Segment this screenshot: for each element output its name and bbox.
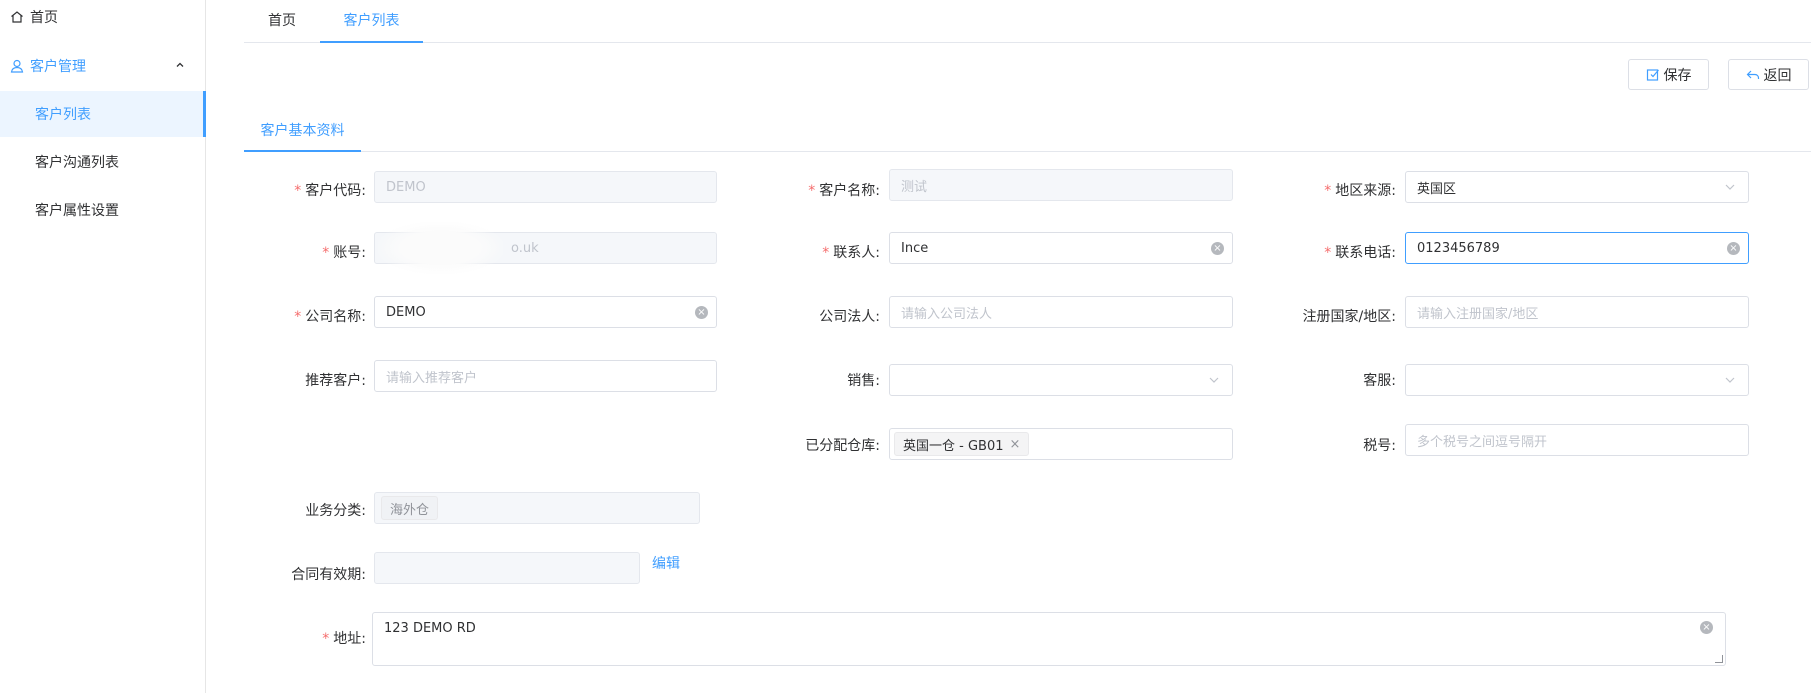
sidebar-group-label: 客户管理 [30, 59, 86, 75]
sidebar-item-customer-communication[interactable]: 客户沟通列表 [0, 139, 206, 185]
contract-period-label: 合同有效期: [291, 567, 366, 583]
warehouse-label: 已分配仓库: [805, 438, 880, 454]
section-tabs: 客户基本资料 [244, 112, 1811, 152]
sales-select[interactable] [889, 364, 1233, 396]
sidebar-item-customer-attributes[interactable]: 客户属性设置 [0, 187, 206, 233]
phone-label: * 联系电话: [1324, 245, 1396, 261]
contact-input[interactable]: Ince × [889, 232, 1233, 264]
home-icon [8, 8, 26, 26]
biz-category-label: 业务分类: [305, 503, 366, 519]
save-button[interactable]: 保存 [1628, 59, 1709, 90]
sidebar-item-home[interactable]: 首页 [0, 0, 206, 40]
resize-handle[interactable] [1715, 655, 1723, 663]
address-label: * 地址: [322, 631, 366, 647]
reg-country-label: 注册国家/地区: [1302, 309, 1396, 325]
clear-icon[interactable]: × [1727, 242, 1740, 255]
referrer-input[interactable]: 请输入推荐客户 [374, 360, 717, 392]
account-label: * 账号: [322, 245, 366, 261]
save-label: 保存 [1663, 67, 1692, 84]
company-name-input[interactable]: DEMO × [374, 296, 717, 328]
biz-category-tag: 海外仓 [381, 496, 439, 520]
chevron-down-icon[interactable] [1724, 374, 1736, 386]
address-textarea[interactable]: 123 DEMO RD × [372, 612, 1726, 666]
customer-name-field[interactable]: 测试 [889, 169, 1233, 201]
reg-country-input[interactable]: 请输入注册国家/地区 [1405, 296, 1749, 328]
sidebar-item-label: 客户属性设置 [35, 203, 119, 219]
tag-close-icon[interactable]: × [1010, 437, 1021, 452]
chevron-down-icon[interactable] [1208, 374, 1220, 386]
chevron-up-icon[interactable] [172, 57, 188, 73]
tab-basic-info[interactable]: 客户基本资料 [244, 112, 361, 152]
sidebar-item-label: 首页 [30, 10, 58, 26]
customer-code-field[interactable]: DEMO [374, 171, 717, 203]
sidebar-group-customer-management[interactable]: 客户管理 [0, 43, 206, 89]
sidebar-item-label: 客户列表 [35, 107, 91, 123]
legal-person-input[interactable]: 请输入公司法人 [889, 296, 1233, 328]
clear-icon[interactable]: × [1700, 621, 1713, 634]
contact-label: * 联系人: [822, 245, 880, 261]
customer-code-label: * 客户代码: [294, 183, 366, 199]
sales-label: 销售: [847, 373, 880, 389]
tab-home[interactable]: 首页 [244, 0, 320, 43]
customer-name-label: * 客户名称: [808, 183, 880, 199]
contract-period-field[interactable] [374, 552, 640, 584]
clear-icon[interactable]: × [695, 306, 708, 319]
service-label: 客服: [1363, 373, 1396, 389]
referrer-label: 推荐客户: [305, 373, 366, 389]
phone-input[interactable]: 0123456789 × [1405, 232, 1749, 264]
redacted-blur [378, 222, 503, 274]
sidebar-item-label: 客户沟通列表 [35, 155, 119, 171]
region-source-select[interactable]: 英国区 [1405, 171, 1749, 203]
back-label: 返回 [1763, 67, 1792, 84]
clear-icon[interactable]: × [1211, 242, 1224, 255]
sidebar-item-customer-list[interactable]: 客户列表 [0, 91, 206, 137]
page-tabs: 首页 客户列表 [244, 0, 1811, 43]
tax-no-input[interactable]: 多个税号之间逗号隔开 [1405, 424, 1749, 456]
edit-contract-link[interactable]: 编辑 [652, 553, 680, 573]
back-arrow-icon [1746, 68, 1760, 82]
tab-customer-list[interactable]: 客户列表 [320, 0, 423, 43]
user-icon [8, 57, 26, 75]
sidebar: 首页 客户管理 客户列表 客户沟通列表 客户属性设置 [0, 0, 206, 693]
warehouse-tag: 英国一仓 - GB01 × [894, 432, 1030, 456]
warehouse-select[interactable]: 英国一仓 - GB01 × [889, 428, 1233, 460]
edit-square-icon [1646, 68, 1660, 82]
region-source-label: * 地区来源: [1324, 183, 1396, 199]
back-button[interactable]: 返回 [1728, 59, 1809, 90]
biz-category-select[interactable]: 海外仓 [374, 492, 700, 524]
service-select[interactable] [1405, 364, 1749, 396]
chevron-down-icon[interactable] [1724, 181, 1736, 193]
legal-person-label: 公司法人: [819, 309, 880, 325]
company-name-label: * 公司名称: [294, 309, 366, 325]
tax-no-label: 税号: [1363, 438, 1396, 454]
